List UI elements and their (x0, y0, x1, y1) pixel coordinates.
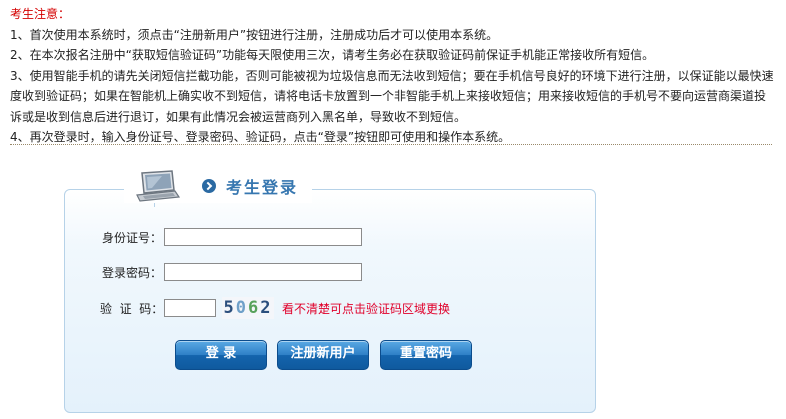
captcha-row: 验 证 码： 5 0 6 2 看不清楚可点击验证码区域更换 (100, 297, 450, 319)
captcha-input[interactable] (164, 299, 216, 317)
notice-title: 考生注意： (10, 7, 71, 21)
password-input[interactable] (164, 263, 362, 281)
login-header: 考生登录 (124, 169, 313, 203)
login-button[interactable]: 登 录 (175, 340, 267, 370)
captcha-digit: 0 (235, 298, 248, 318)
reset-password-button[interactable]: 重置密码 (380, 340, 472, 370)
id-input[interactable] (164, 228, 362, 246)
notice-item-2: 2、在本次报名注册中“获取短信验证码”功能每天限使用三次，请考生务必在获取验证码… (10, 48, 655, 62)
password-label: 登录密码： (101, 265, 162, 280)
password-row: 登录密码： (100, 263, 362, 281)
notice-divider (10, 144, 772, 145)
notice-item-1: 1、首次使用本系统时，须点击“注册新用户”按钮进行注册，注册成功后才可以使用本系… (10, 27, 499, 42)
register-button[interactable]: 注册新用户 (277, 340, 369, 370)
captcha-label: 验 证 码： (100, 301, 164, 316)
circle-arrow-icon (202, 179, 216, 193)
id-label: 身份证号： (101, 230, 162, 245)
captcha-refresh-hint[interactable]: 看不清楚可点击验证码区域更换 (282, 300, 450, 317)
laptop-icon (132, 169, 182, 203)
id-row: 身份证号： (100, 228, 362, 246)
notice-block: 考生注意： 1、首次使用本系统时，须点击“注册新用户”按钮进行注册，注册成功后才… (10, 4, 776, 148)
login-title: 考生登录 (226, 178, 299, 197)
captcha-digit: 6 (248, 298, 261, 318)
notice-item-3: 3、使用智能手机的请先关闭短信拦截功能，否则可能被视为垃圾信息而无法收到短信；要… (10, 68, 774, 124)
captcha-digit: 2 (260, 298, 273, 318)
captcha-digit: 5 (223, 298, 236, 318)
captcha-image[interactable]: 5 0 6 2 (222, 297, 274, 319)
